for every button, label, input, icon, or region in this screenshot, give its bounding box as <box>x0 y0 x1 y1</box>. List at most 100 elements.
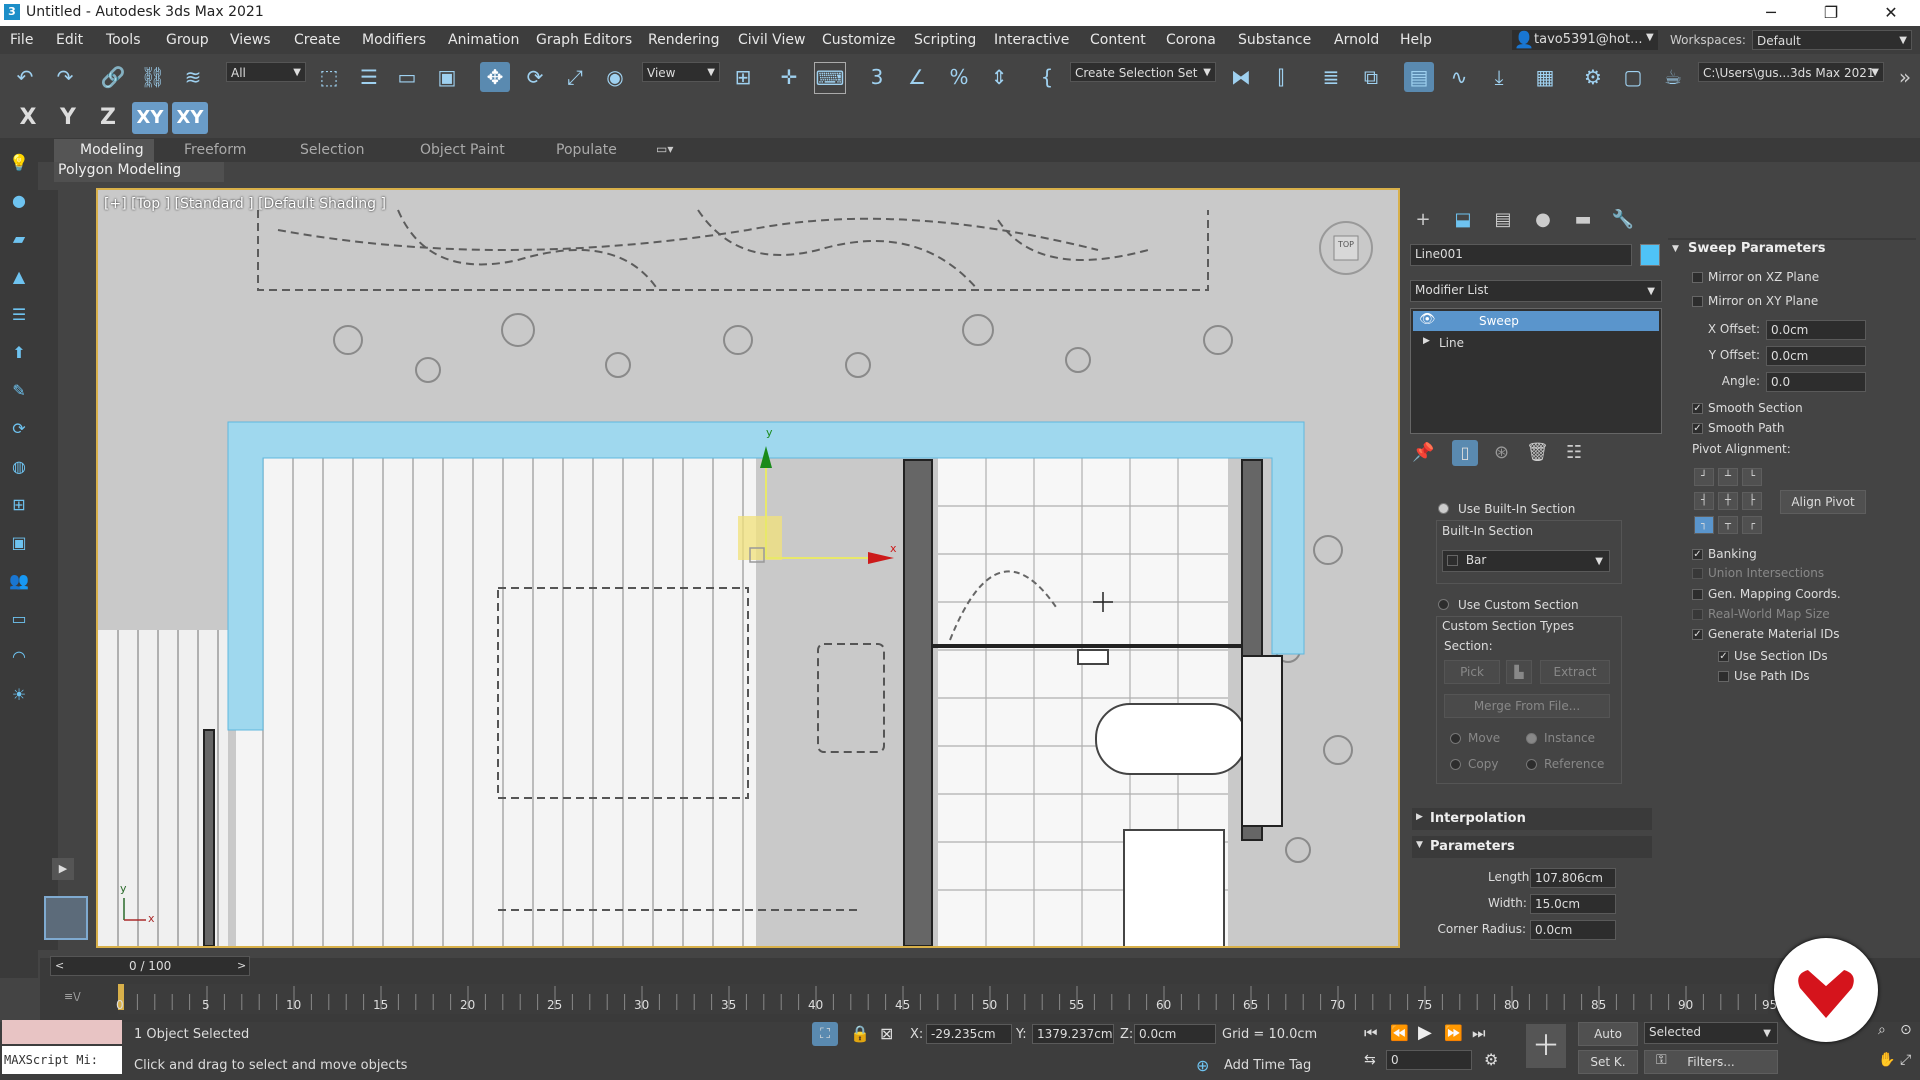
builtin-section-dropdown[interactable]: Bar ▼ <box>1442 550 1610 572</box>
menu-corona[interactable]: Corona <box>1166 32 1216 48</box>
copy-radio[interactable] <box>1450 759 1461 770</box>
pivot-top-center[interactable]: ┴ <box>1718 468 1738 486</box>
length-spinner[interactable]: 107.806cm <box>1530 868 1616 888</box>
x-offset-spinner[interactable]: 0.0cm <box>1766 320 1866 340</box>
sweep-parameters-title[interactable]: Sweep Parameters <box>1688 241 1826 256</box>
gen-mapping-checkbox[interactable] <box>1692 589 1703 600</box>
frame-icon[interactable]: ▭ <box>8 608 30 630</box>
menu-arnold[interactable]: Arnold <box>1334 32 1379 48</box>
mirror-icon[interactable]: ⧓ <box>1226 62 1256 92</box>
zoom-icon[interactable]: ⌕ <box>1878 1022 1886 1038</box>
utilities-tab-icon[interactable]: 🔧 <box>1608 208 1638 232</box>
maximize-button[interactable]: ❐ <box>1808 0 1854 26</box>
edit-named-sets-icon[interactable]: { <box>1032 62 1062 92</box>
smooth-section-checkbox[interactable]: ✓ <box>1692 403 1703 414</box>
place-icon[interactable]: ◉ <box>600 62 630 92</box>
unlink-icon[interactable]: ⛓ <box>138 62 168 92</box>
rect-selection-icon[interactable]: ▭ <box>392 62 422 92</box>
absolute-mode-icon[interactable]: ⊠ <box>880 1024 893 1043</box>
rotate-view-icon[interactable]: ⟳ <box>8 418 30 440</box>
x-coord-field[interactable]: -29.235cm <box>926 1024 1012 1044</box>
render-setup-icon[interactable]: ⚙ <box>1578 62 1608 92</box>
use-section-ids-checkbox[interactable]: ✓ <box>1718 651 1729 662</box>
pivot-bottom-left[interactable]: ┐ <box>1694 516 1714 534</box>
motion-tab-icon[interactable]: ● <box>1528 208 1558 232</box>
hierarchy-tab-icon[interactable]: ▤ <box>1488 208 1518 232</box>
align-icon[interactable]: ⫿ <box>1266 62 1296 92</box>
align-pivot-button[interactable]: Align Pivot <box>1780 490 1866 514</box>
layer-explorer-icon[interactable]: ⧉ <box>1356 62 1386 92</box>
menu-customize[interactable]: Customize <box>822 32 896 48</box>
key-icon[interactable]: ⚿ <box>1656 1052 1667 1068</box>
display-icon[interactable]: ▣ <box>8 532 30 554</box>
eye-icon[interactable]: 👁 <box>1419 312 1436 327</box>
time-configuration-icon[interactable]: ⚙ <box>1484 1050 1498 1069</box>
chevron-down-icon[interactable]: ▼ <box>1672 244 1679 254</box>
menu-views[interactable]: Views <box>230 32 271 48</box>
y-coord-field[interactable]: 1379.237cm <box>1032 1024 1114 1044</box>
ribbon-toggle-icon[interactable]: ▤ <box>1404 62 1434 92</box>
ribbon-options-icon[interactable]: ▭▾ <box>656 142 673 156</box>
angle-spinner[interactable]: 0.0 <box>1766 372 1866 392</box>
mirror-xz-checkbox[interactable] <box>1692 272 1703 283</box>
move-radio[interactable] <box>1450 733 1461 744</box>
menu-edit[interactable]: Edit <box>56 32 83 48</box>
named-selection-dropdown[interactable]: Create Selection Set ▼ <box>1070 62 1216 82</box>
close-button[interactable]: ✕ <box>1868 0 1914 26</box>
axis-y-button[interactable]: Y <box>52 102 84 134</box>
bulb-icon[interactable]: ☀ <box>8 684 30 706</box>
viewport-top[interactable]: [+] [Top ] [Standard ] [Default Shading … <box>96 188 1400 948</box>
maxscript-mini-listener[interactable]: MAXScript Mi: <box>2 1046 122 1074</box>
select-object-icon[interactable]: ⬚ <box>314 62 344 92</box>
banking-checkbox[interactable]: ✓ <box>1692 549 1703 560</box>
menu-modifiers[interactable]: Modifiers <box>362 32 426 48</box>
use-path-ids-checkbox[interactable] <box>1718 671 1729 682</box>
link-icon[interactable]: 🔗 <box>98 62 128 92</box>
menu-rendering[interactable]: Rendering <box>648 32 720 48</box>
y-offset-spinner[interactable]: 0.0cm <box>1766 346 1866 366</box>
reference-radio[interactable] <box>1526 759 1537 770</box>
key-filter-dropdown[interactable]: Selected ▼ <box>1644 1022 1778 1044</box>
snaps-toggle-icon[interactable]: 3 <box>862 62 892 92</box>
globe-icon[interactable]: ◍ <box>8 456 30 478</box>
pick-button[interactable]: Pick <box>1444 660 1500 684</box>
lock-icon[interactable]: 🔒 <box>850 1024 870 1043</box>
modifier-list-dropdown[interactable]: Modifier List ▼ <box>1410 280 1662 302</box>
corner-radius-spinner[interactable]: 0.0cm <box>1530 920 1616 940</box>
window-crossing-icon[interactable]: ▣ <box>432 62 462 92</box>
stack-item-line[interactable]: ▶ Line <box>1413 333 1659 353</box>
maximize-viewport-icon[interactable]: ⤢ <box>1900 1052 1911 1068</box>
schematic-view-icon[interactable]: ⤓ <box>1484 62 1514 92</box>
helper-icon[interactable]: ▲ <box>8 266 30 288</box>
z-coord-field[interactable]: 0.0cm <box>1134 1024 1216 1044</box>
chevron-left-icon[interactable]: < <box>55 959 64 972</box>
interpolation-rollout-header[interactable]: ▶ Interpolation <box>1412 808 1652 830</box>
menu-content[interactable]: Content <box>1090 32 1146 48</box>
menu-interactive[interactable]: Interactive <box>994 32 1069 48</box>
use-builtin-radio[interactable] <box>1438 503 1449 514</box>
parameters-rollout-header[interactable]: ▼ Parameters <box>1412 836 1652 858</box>
selection-filter-dropdown[interactable]: All ▼ <box>226 62 306 82</box>
list-icon[interactable]: ☰ <box>8 304 30 326</box>
play-icon[interactable]: ▶ <box>1418 1022 1432 1043</box>
union-checkbox[interactable] <box>1692 568 1703 579</box>
chevron-right-icon[interactable]: ▶ <box>1423 336 1430 346</box>
spinner-snap-icon[interactable]: ⇕ <box>984 62 1014 92</box>
track-bar[interactable] <box>118 984 1768 1014</box>
time-tag-icon[interactable]: ⊕ <box>1196 1056 1209 1075</box>
trash-icon[interactable]: 🗑 <box>1526 442 1549 463</box>
next-frame-icon[interactable]: ⏩ <box>1444 1024 1463 1042</box>
menu-file[interactable]: File <box>10 32 33 48</box>
mini-curve-icon[interactable]: ≡\/ <box>64 990 81 1003</box>
tab-selection[interactable]: Selection <box>300 142 365 158</box>
smooth-path-checkbox[interactable]: ✓ <box>1692 423 1703 434</box>
mirror-xy-checkbox[interactable] <box>1692 296 1703 307</box>
add-time-tag[interactable]: Add Time Tag <box>1224 1058 1311 1073</box>
configure-sets-icon[interactable]: ☷ <box>1566 442 1582 463</box>
pivot-middle-left[interactable]: ┤ <box>1694 492 1714 510</box>
create-tab-icon[interactable]: + <box>1408 208 1438 232</box>
stack-item-sweep[interactable]: 👁 Sweep <box>1413 311 1659 331</box>
menu-group[interactable]: Group <box>166 32 209 48</box>
tab-modeling[interactable]: Modeling <box>80 142 144 158</box>
set-key-big-icon[interactable]: ＋ <box>1526 1024 1566 1068</box>
